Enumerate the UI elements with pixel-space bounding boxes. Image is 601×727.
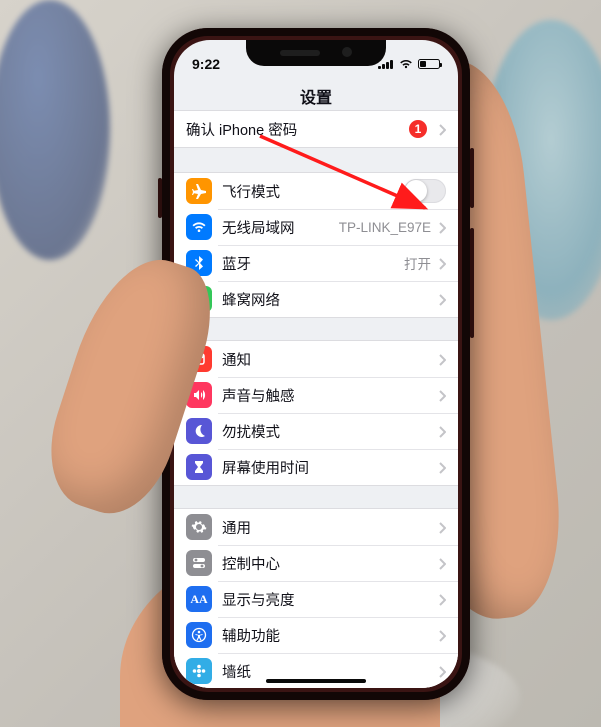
flower-icon bbox=[186, 658, 212, 684]
row-accessibility[interactable]: 辅助功能 bbox=[174, 617, 458, 653]
row-label: 蜂窝网络 bbox=[222, 289, 431, 310]
chevron-right-icon bbox=[439, 629, 446, 641]
chevron-right-icon bbox=[439, 461, 446, 473]
chevron-right-icon bbox=[439, 221, 446, 233]
row-label: 声音与触感 bbox=[222, 385, 431, 406]
chevron-right-icon bbox=[439, 293, 446, 305]
wifi-status-icon bbox=[399, 59, 413, 69]
notch bbox=[246, 40, 386, 66]
screen: 9:22 设置 确认 iPhone 密码 1 bbox=[174, 40, 458, 688]
chevron-right-icon bbox=[439, 425, 446, 437]
row-confirm-password[interactable]: 确认 iPhone 密码 1 bbox=[174, 111, 458, 147]
row-value: 打开 bbox=[404, 253, 431, 273]
phone-frame: 9:22 设置 确认 iPhone 密码 1 bbox=[162, 28, 470, 700]
moon-icon bbox=[186, 418, 212, 444]
speaker-icon bbox=[186, 382, 212, 408]
bell-icon bbox=[186, 346, 212, 372]
row-screentime[interactable]: 屏幕使用时间 bbox=[174, 449, 458, 485]
row-label: 通知 bbox=[222, 349, 431, 370]
row-label: 蓝牙 bbox=[222, 253, 404, 274]
chevron-right-icon bbox=[439, 353, 446, 365]
row-label: 无线局域网 bbox=[222, 217, 339, 238]
airplane-toggle[interactable] bbox=[404, 179, 446, 203]
row-label: 屏幕使用时间 bbox=[222, 457, 431, 478]
row-label: 控制中心 bbox=[222, 553, 431, 574]
wifi-icon bbox=[186, 214, 212, 240]
battery-icon bbox=[418, 59, 440, 69]
settings-list[interactable]: 确认 iPhone 密码 1 飞行模式 无线局域网 TP-LINK_E97E bbox=[174, 110, 458, 688]
row-label: 飞行模式 bbox=[222, 181, 404, 202]
row-notifications[interactable]: 通知 bbox=[174, 341, 458, 377]
row-general[interactable]: 通用 bbox=[174, 509, 458, 545]
bluetooth-icon bbox=[186, 250, 212, 276]
row-value: TP-LINK_E97E bbox=[339, 220, 431, 235]
home-indicator[interactable] bbox=[266, 679, 366, 683]
chevron-right-icon bbox=[439, 665, 446, 677]
chevron-right-icon bbox=[439, 557, 446, 569]
row-cellular[interactable]: 蜂窝网络 bbox=[174, 281, 458, 317]
hourglass-icon bbox=[186, 454, 212, 480]
row-label: 确认 iPhone 密码 bbox=[186, 119, 409, 140]
chevron-right-icon bbox=[439, 521, 446, 533]
row-label: 显示与亮度 bbox=[222, 589, 431, 610]
row-sounds[interactable]: 声音与触感 bbox=[174, 377, 458, 413]
row-airplane-mode[interactable]: 飞行模式 bbox=[174, 173, 458, 209]
row-bluetooth[interactable]: 蓝牙 打开 bbox=[174, 245, 458, 281]
chevron-right-icon bbox=[439, 593, 446, 605]
row-control-center[interactable]: 控制中心 bbox=[174, 545, 458, 581]
row-dnd[interactable]: 勿扰模式 bbox=[174, 413, 458, 449]
chevron-right-icon bbox=[439, 257, 446, 269]
chevron-right-icon bbox=[439, 123, 446, 135]
row-display[interactable]: AA 显示与亮度 bbox=[174, 581, 458, 617]
aa-icon: AA bbox=[186, 586, 212, 612]
status-time: 9:22 bbox=[192, 56, 220, 72]
row-label: 通用 bbox=[222, 517, 431, 538]
gear-icon bbox=[186, 514, 212, 540]
row-label: 勿扰模式 bbox=[222, 421, 431, 442]
accessibility-icon bbox=[186, 622, 212, 648]
airplane-icon bbox=[186, 178, 212, 204]
row-label: 辅助功能 bbox=[222, 625, 431, 646]
chevron-right-icon bbox=[439, 389, 446, 401]
row-wifi[interactable]: 无线局域网 TP-LINK_E97E bbox=[174, 209, 458, 245]
cellular-icon bbox=[186, 286, 212, 312]
switches-icon bbox=[186, 550, 212, 576]
notification-badge: 1 bbox=[409, 120, 427, 138]
